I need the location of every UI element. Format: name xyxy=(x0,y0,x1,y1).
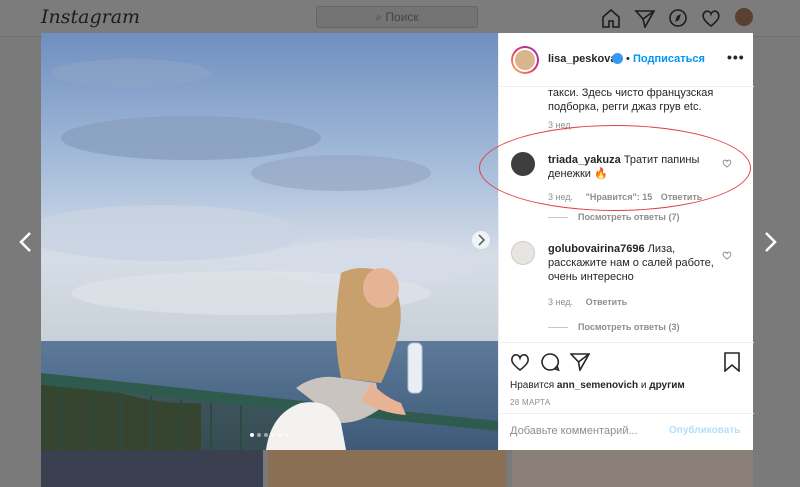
view-replies[interactable]: Посмотреть ответы (3) xyxy=(548,322,679,332)
post-actions: Нравится ann_semenovich и другим 28 МАРТ… xyxy=(499,342,754,407)
comment-body: golubovairina7696 Лиза, расскажите нам о… xyxy=(548,242,718,284)
search-placeholder: Поиск xyxy=(385,10,419,24)
view-replies-label[interactable]: Посмотреть ответы (7) xyxy=(578,212,679,222)
likes-others[interactable]: другим xyxy=(649,380,685,391)
direct-message-icon[interactable] xyxy=(634,8,656,28)
comment-icon[interactable] xyxy=(540,352,560,372)
view-replies[interactable]: Посмотреть ответы (7) xyxy=(548,212,679,222)
comment-meta: 3 нед. Ответить xyxy=(548,297,627,307)
caption-line: такси. Здесь чисто французская xyxy=(548,88,714,99)
verified-badge-icon xyxy=(612,53,623,64)
more-options-icon[interactable]: ••• xyxy=(727,49,745,65)
comment-text: расскажите нам о салей работе, xyxy=(548,257,714,269)
grid-thumbnail[interactable] xyxy=(41,450,263,487)
post-photo[interactable] xyxy=(41,33,498,450)
post-date: 28 МАРТА xyxy=(510,398,551,407)
comment-username[interactable]: golubovairina7696 xyxy=(548,243,645,255)
comment-text: очень интересно xyxy=(548,271,634,283)
top-nav-bar: Instagram ⌕ Поиск xyxy=(0,0,800,37)
profile-avatar[interactable] xyxy=(735,8,753,26)
previous-post-arrow-icon[interactable] xyxy=(16,230,36,254)
likes-username[interactable]: ann_semenovich xyxy=(557,380,638,391)
author-avatar[interactable] xyxy=(511,46,539,74)
grid-thumbnail[interactable] xyxy=(268,450,506,487)
publish-button[interactable]: Опубликовать xyxy=(669,425,740,436)
comment-avatar[interactable] xyxy=(511,241,535,265)
likes-prefix: Нравится xyxy=(510,380,555,391)
header-separator: • xyxy=(626,53,630,65)
author-username[interactable]: lisa_peskova xyxy=(548,53,617,65)
instagram-logo[interactable]: Instagram xyxy=(41,6,140,28)
explore-icon[interactable] xyxy=(667,8,689,28)
follow-button[interactable]: Подписаться xyxy=(633,53,705,65)
next-post-arrow-icon[interactable] xyxy=(760,230,780,254)
red-highlight-ellipse xyxy=(479,125,751,211)
like-heart-icon[interactable] xyxy=(510,353,530,371)
add-comment-bar: Добавьте комментарий... Опубликовать xyxy=(499,413,754,450)
comment-time: 3 нед. xyxy=(548,297,574,307)
home-icon[interactable] xyxy=(600,8,622,28)
post-header: lisa_peskova • Подписаться ••• xyxy=(499,33,754,87)
like-comment-heart-icon[interactable] xyxy=(722,251,732,260)
likes-summary: Нравится ann_semenovich и другим xyxy=(510,380,685,391)
replies-line xyxy=(548,327,568,329)
likes-and: и xyxy=(640,380,647,391)
replies-line xyxy=(548,217,568,219)
grid-thumbnail[interactable] xyxy=(512,450,753,487)
save-bookmark-icon[interactable] xyxy=(724,352,740,372)
search-input[interactable]: ⌕ Поиск xyxy=(316,6,478,28)
post-image xyxy=(41,33,498,450)
caption-line: подборка, регги джаз грув etc. xyxy=(548,101,702,113)
share-icon[interactable] xyxy=(570,352,590,371)
reply-button[interactable]: Ответить xyxy=(586,297,628,307)
activity-heart-icon[interactable] xyxy=(700,8,722,28)
search-icon: ⌕ xyxy=(375,10,386,24)
comment-text: Лиза, xyxy=(647,243,676,255)
post-modal: lisa_peskova • Подписаться ••• такси. Зд… xyxy=(41,33,754,450)
post-side-panel: lisa_peskova • Подписаться ••• такси. Зд… xyxy=(498,33,754,450)
caption-truncated: такси. Здесь чисто французская подборка,… xyxy=(548,88,743,130)
view-replies-label[interactable]: Посмотреть ответы (3) xyxy=(578,322,679,332)
add-comment-input[interactable]: Добавьте комментарий... xyxy=(510,425,638,437)
